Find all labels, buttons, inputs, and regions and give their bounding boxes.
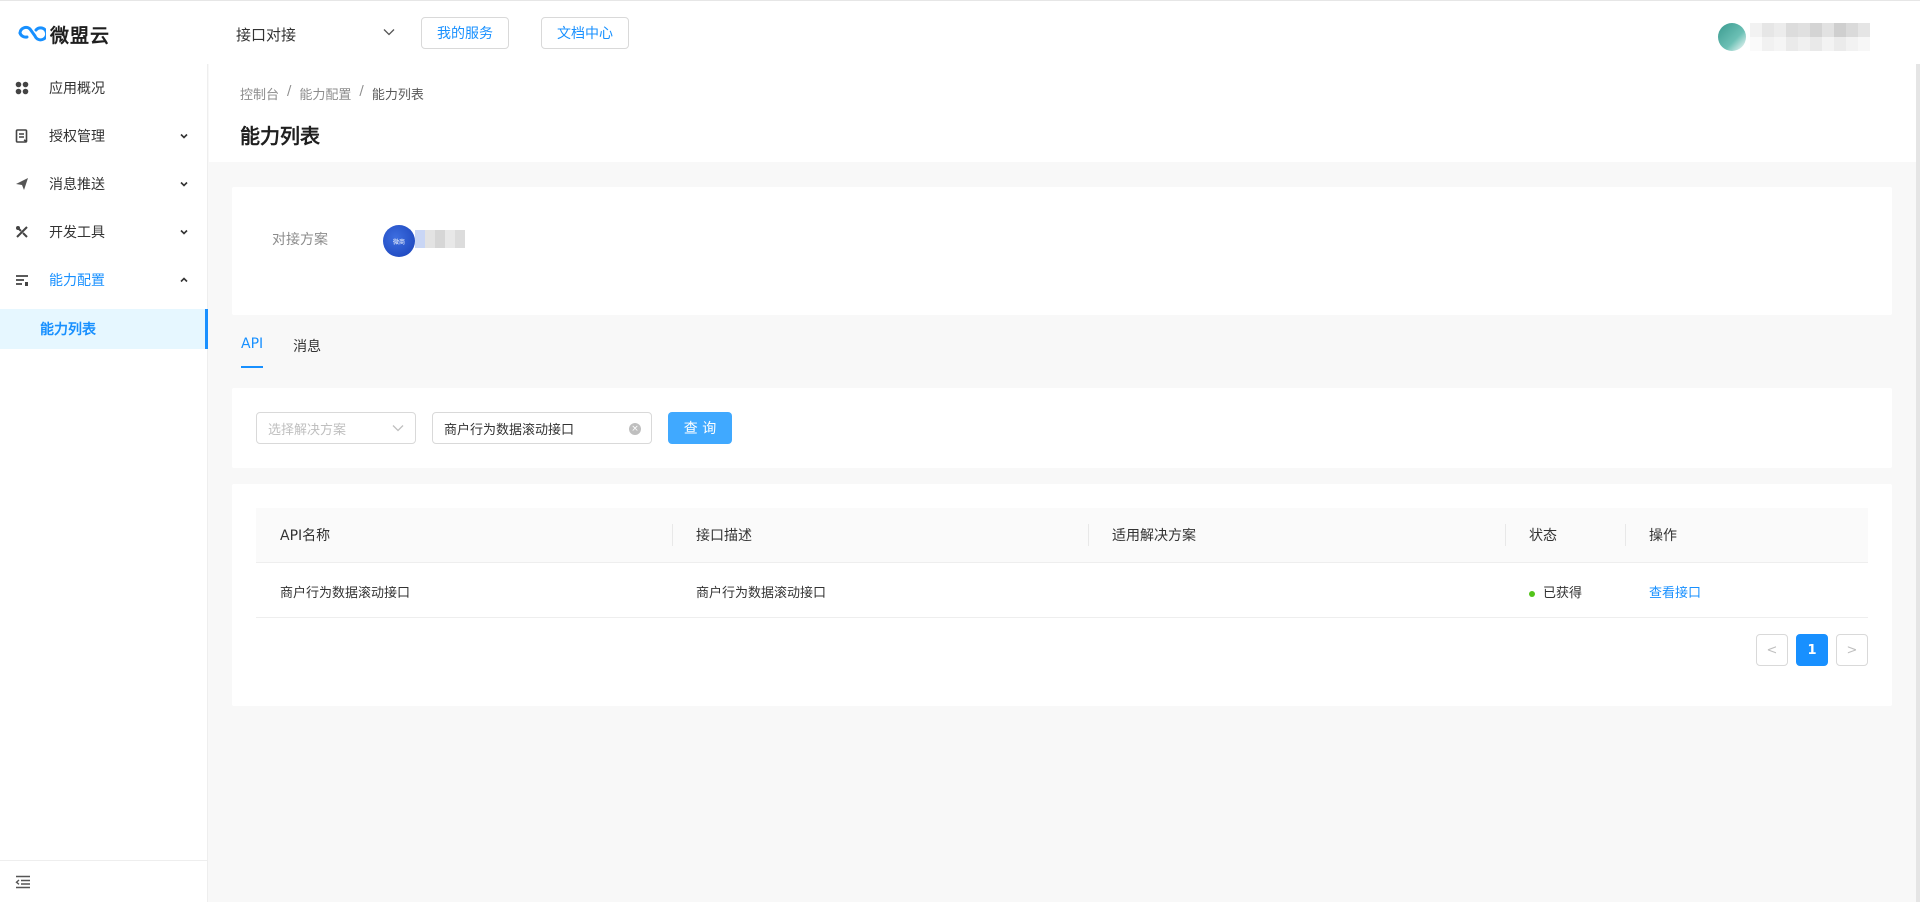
chevron-down-icon	[176, 176, 192, 192]
clear-icon[interactable]: ×	[629, 423, 641, 435]
breadcrumb: 控制台 / 能力配置 / 能力列表	[240, 84, 424, 103]
cell-description: 商户行为数据滚动接口	[696, 586, 827, 601]
table-header: API名称 接口描述 适用解决方案 状态 操作	[256, 508, 1868, 563]
my-services-button[interactable]: 我的服务	[421, 17, 509, 49]
app-overview-icon	[14, 80, 30, 96]
status-text: 已获得	[1543, 586, 1583, 601]
auth-doc-icon	[14, 128, 30, 144]
sidebar-item-label: 应用概况	[49, 81, 105, 97]
breadcrumb-separator: /	[359, 84, 364, 99]
sidebar: 应用概况 授权管理 消息推送 开发工具 能力配置 能力列表	[0, 64, 208, 902]
page-header: 控制台 / 能力配置 / 能力列表 能力列表	[209, 64, 1916, 162]
tab-message[interactable]: 消息	[293, 336, 321, 368]
api-search-value: 商户行为数据滚动接口	[444, 422, 575, 438]
top-header: 微盟云 接口对接 我的服务 文档中心	[0, 0, 1920, 64]
config-list-icon	[14, 272, 30, 288]
redacted-username	[1750, 23, 1870, 51]
pagination: < 1 >	[1756, 634, 1868, 666]
next-page-button[interactable]: >	[1836, 634, 1868, 666]
chevron-down-icon	[391, 421, 405, 439]
api-table-card: API名称 接口描述 适用解决方案 状态 操作 商户行为数据滚动接口 商户行为数…	[232, 484, 1892, 706]
breadcrumb-item[interactable]: 能力配置	[299, 84, 351, 103]
column-header-status: 状态	[1529, 528, 1557, 544]
sidebar-item-label: 消息推送	[49, 177, 105, 193]
query-button[interactable]: 查 询	[668, 412, 732, 444]
integration-plan-card: 对接方案 微商	[232, 187, 1892, 315]
sidebar-item-message-push[interactable]: 消息推送	[0, 160, 208, 208]
column-divider	[1505, 524, 1506, 546]
page-title: 能力列表	[240, 124, 320, 148]
cell-status: 已获得	[1529, 582, 1582, 601]
tab-api[interactable]: API	[241, 336, 264, 368]
column-divider	[672, 524, 673, 546]
table-row: 商户行为数据滚动接口 商户行为数据滚动接口 已获得 查看接口	[256, 563, 1868, 618]
avatar	[1718, 23, 1746, 51]
logo-text: 微盟云	[50, 25, 111, 47]
api-table: API名称 接口描述 适用解决方案 状态 操作 商户行为数据滚动接口 商户行为数…	[256, 508, 1868, 618]
solution-select[interactable]: 选择解决方案	[256, 412, 416, 444]
column-divider	[1088, 524, 1089, 546]
redacted-plan-name	[415, 230, 465, 248]
sidebar-subitem-label: 能力列表	[40, 322, 96, 338]
column-header-solution: 适用解决方案	[1112, 528, 1196, 544]
tools-icon	[14, 224, 30, 240]
sidebar-item-capability-list[interactable]: 能力列表	[0, 309, 208, 349]
column-header-action: 操作	[1649, 528, 1677, 544]
sidebar-item-label: 开发工具	[49, 225, 105, 241]
scrollbar-thumb[interactable]	[1916, 64, 1920, 902]
breadcrumb-current: 能力列表	[371, 88, 424, 103]
sidebar-item-app-overview[interactable]: 应用概况	[0, 64, 208, 112]
chevron-up-icon	[176, 272, 192, 288]
doc-center-button[interactable]: 文档中心	[541, 17, 629, 49]
api-search-input[interactable]: 商户行为数据滚动接口 ×	[432, 412, 652, 444]
view-api-link[interactable]: 查看接口	[1649, 582, 1701, 601]
sidebar-item-dev-tools[interactable]: 开发工具	[0, 208, 208, 256]
plan-logo-text: 微商	[392, 238, 405, 246]
sidebar-item-capability-config[interactable]: 能力配置	[0, 256, 208, 304]
plan-label: 对接方案	[272, 232, 328, 248]
paper-plane-icon	[14, 176, 30, 192]
sidebar-item-label: 能力配置	[49, 273, 105, 289]
column-divider	[1625, 524, 1626, 546]
api-tabs: API 消息	[241, 336, 321, 368]
page-1-button[interactable]: 1	[1796, 634, 1828, 666]
logo-icon	[16, 22, 49, 48]
page-scrollbar[interactable]	[1916, 64, 1920, 902]
sidebar-item-label: 授权管理	[49, 129, 105, 145]
logo[interactable]: 微盟云	[16, 21, 110, 48]
integration-type-value: 接口对接	[236, 25, 297, 44]
cell-api-name: 商户行为数据滚动接口	[280, 586, 411, 601]
chevron-down-icon	[176, 128, 192, 144]
column-header-api-name: API名称	[280, 528, 331, 544]
sidebar-footer	[0, 860, 208, 902]
plan-logo: 微商	[383, 225, 415, 257]
chevron-down-icon	[382, 25, 396, 43]
column-header-description: 接口描述	[696, 528, 752, 544]
status-dot	[1529, 590, 1535, 597]
collapse-menu-icon[interactable]	[15, 875, 31, 889]
breadcrumb-separator: /	[287, 84, 292, 99]
user-account[interactable]	[1718, 20, 1876, 54]
chevron-down-icon	[176, 224, 192, 240]
prev-page-button[interactable]: <	[1756, 634, 1788, 666]
filter-card: 选择解决方案 商户行为数据滚动接口 × 查 询	[232, 388, 1892, 468]
sidebar-item-auth-management[interactable]: 授权管理	[0, 112, 208, 160]
integration-type-select[interactable]: 接口对接	[236, 21, 396, 47]
breadcrumb-item[interactable]: 控制台	[240, 84, 279, 103]
solution-select-placeholder: 选择解决方案	[268, 422, 347, 438]
